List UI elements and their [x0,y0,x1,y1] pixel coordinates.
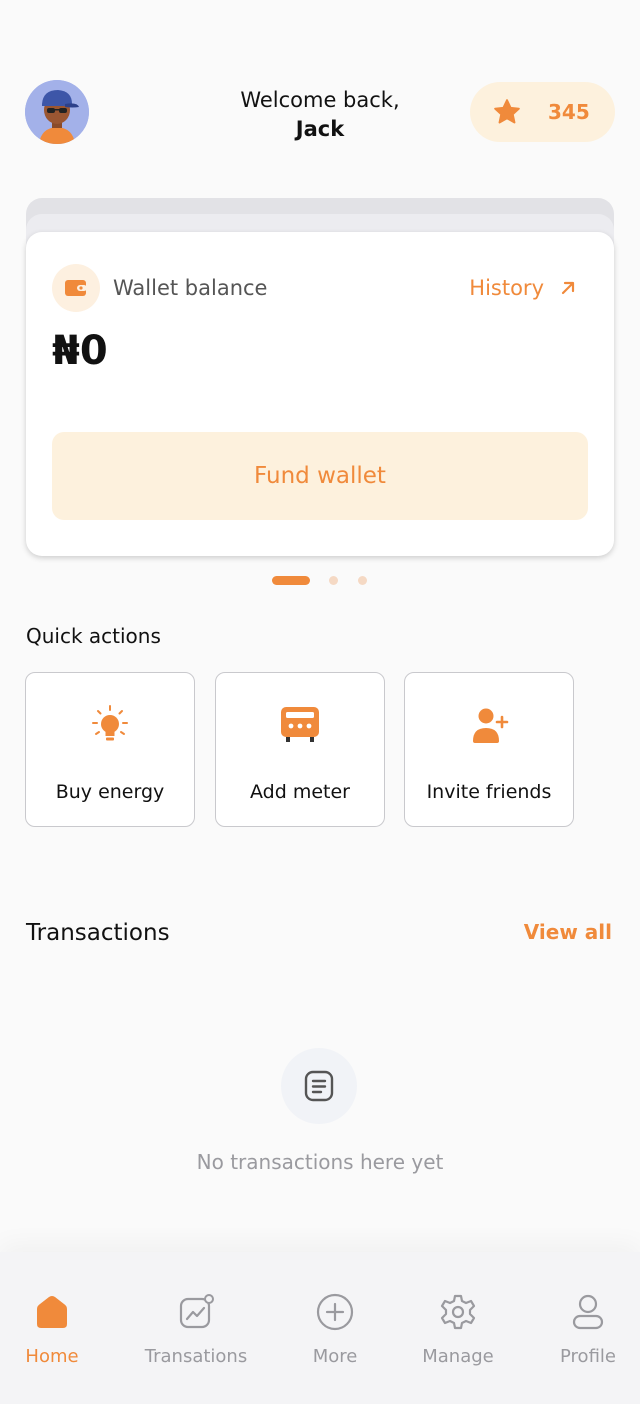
quick-actions-title: Quick actions [26,624,161,648]
transactions-title: Transactions [26,920,170,946]
wallet-icon [52,264,100,312]
points-value: 345 [548,100,590,124]
add-meter-label: Add meter [250,781,350,803]
carousel-dot-active[interactable] [272,576,310,585]
nav-manage[interactable]: Manage [398,1292,518,1367]
add-meter-button[interactable]: Add meter [215,672,385,827]
fund-wallet-button[interactable]: Fund wallet [52,432,588,520]
nav-profile-label: Profile [560,1346,616,1367]
view-all-link[interactable]: View all [524,920,612,944]
nav-transactions-label: Transations [144,1346,248,1367]
nav-profile[interactable]: Profile [528,1292,640,1367]
wallet-balance-value: ₦0 [52,328,108,374]
meter-icon [281,707,319,742]
wallet-balance-label: Wallet balance [113,276,268,300]
empty-transactions-text: No transactions here yet [196,1150,444,1174]
carousel-indicator [0,576,640,586]
header: Welcome back, Jack 345 [25,80,615,144]
lightbulb-icon [92,705,128,741]
nav-home[interactable]: Home [0,1292,112,1367]
wallet-card[interactable]: Wallet balance History ₦0 Fund wallet [26,232,614,556]
buy-energy-label: Buy energy [55,781,165,803]
carousel-dot[interactable] [329,576,338,585]
star-icon [494,99,520,124]
buy-energy-button[interactable]: Buy energy [25,672,195,827]
nav-home-label: Home [25,1346,79,1367]
arrow-up-right-icon [561,281,575,295]
history-link[interactable]: History [469,276,578,300]
nav-transactions[interactable]: Transations [136,1292,256,1367]
carousel-dot[interactable] [358,576,367,585]
history-label: History [469,276,544,300]
points-badge[interactable]: 345 [470,82,615,142]
invite-friends-label: Invite friends [426,781,552,803]
chart-icon [179,1294,214,1329]
gear-icon [440,1294,476,1330]
user-icon [572,1294,604,1330]
nav-more[interactable]: More [275,1292,395,1367]
invite-friends-button[interactable]: Invite friends [404,672,574,827]
plus-circle-icon [316,1293,354,1331]
nav-more-label: More [312,1346,358,1367]
document-icon [281,1048,357,1124]
nav-manage-label: Manage [422,1346,494,1367]
bottom-nav: Home Transations More Manage Profile [0,1252,640,1404]
home-icon [37,1296,67,1328]
add-user-icon [473,708,509,743]
greeting-text: Welcome back, [240,88,400,112]
